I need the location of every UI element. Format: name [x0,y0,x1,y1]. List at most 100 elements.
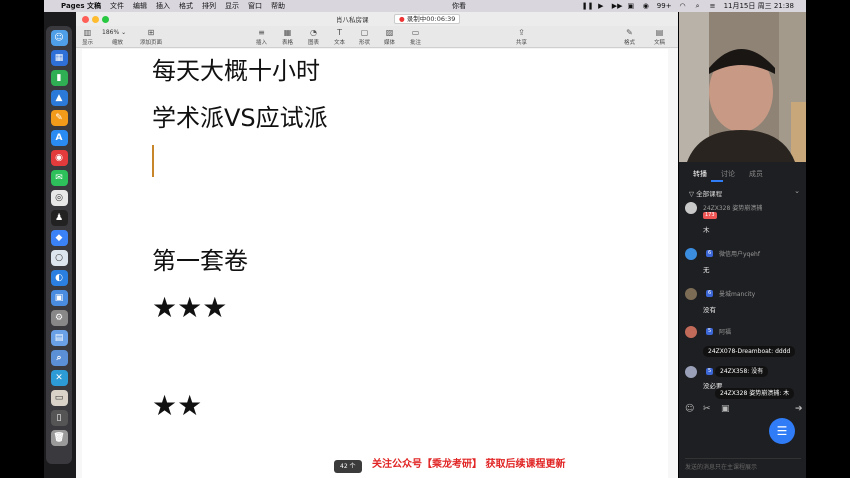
document-button[interactable]: ▤ 文稿 [654,28,665,46]
chat-username[interactable]: 24ZX328 姿势崩溃捕 [703,203,762,212]
avatar[interactable] [685,248,697,260]
menu-app-name[interactable]: Pages 文稿 [61,0,101,12]
doc-line-5[interactable]: ★★ [152,389,202,422]
pause-icon[interactable]: ❚❚ [582,2,594,10]
avatar[interactable] [685,202,697,214]
avatar[interactable] [685,326,697,338]
music-icon[interactable]: ◉ [50,150,68,166]
document-icon[interactable]: ▭ [50,390,68,406]
chat-text: 没有 [703,306,716,314]
app-cyan-icon[interactable]: ✕ [50,370,68,386]
menu-file[interactable]: 文件 [110,0,124,12]
media-icon: ▨ [385,28,394,37]
tab-discuss[interactable]: 讨论 [721,169,735,179]
format-label: 格式 [624,40,636,46]
trash-icon[interactable]: 🗑 [50,430,68,446]
comment-button[interactable]: ▭ 批注 [410,28,421,46]
document-icon: ▤ [655,28,664,37]
menu-edit[interactable]: 编辑 [133,0,147,12]
course-filter[interactable]: ▽ 全部课程 [689,188,722,198]
document-page[interactable]: 每天大概十小时 学术派VS应试派 第一套卷 ★★★ ★★ [82,49,668,478]
menu-arrange[interactable]: 排列 [202,0,216,12]
shape-icon: ▢ [360,28,369,37]
chevron-down-icon[interactable]: ⌄ [794,187,800,195]
menu-clock[interactable]: 11月15日 周三 21:38 [724,0,794,12]
chat-input[interactable]: 发送的消息只在主课程展示 [685,458,801,471]
zoom-window-button[interactable] [102,16,109,23]
screen-icon[interactable]: ▣ [627,2,635,10]
avatar[interactable] [685,288,697,300]
level-badge: 5 [706,328,714,335]
appstore-icon[interactable]: A [50,130,68,146]
chat-username[interactable]: 曼城mancity [719,289,755,298]
close-window-button[interactable] [82,16,89,23]
chart-button[interactable]: ◔ 图表 [308,28,319,46]
control-center-icon[interactable]: ≡ [709,2,717,10]
menu-window[interactable]: 窗口 [248,0,262,12]
chat-tools: ☺ ✂ ▣ ➔ [685,404,805,418]
avatar[interactable] [685,366,697,378]
scissors-icon[interactable]: ✂ [703,404,711,414]
view-button[interactable]: ▥ 显示 [82,28,93,46]
play-icon[interactable]: ▶ [597,2,605,10]
zoom-select[interactable]: 186% ⌄ [102,29,126,36]
doc-line-2[interactable]: 学术派VS应试派 [152,98,328,133]
chrome-icon[interactable]: ◎ [50,190,68,206]
keynote-icon[interactable]: ▲ [50,90,68,106]
add-page-button[interactable]: ⊞ 添加页面 [140,28,162,46]
chat-fab-button[interactable]: ☰ [769,418,795,444]
insert-button[interactable]: ≡ 插入 [256,28,267,46]
live-class-panel: 转播 讨论 成员 ▽ 全部课程 ⌄ 24ZX328 姿势崩溃捕 173 木 6 … [678,12,807,478]
view-label: 显示 [82,40,94,46]
chat-username[interactable]: 阿福 [719,327,731,336]
search-icon[interactable]: ⌕ [694,2,702,10]
apps-icon[interactable]: ▦ [50,50,68,66]
text-button[interactable]: T 文本 [334,28,345,46]
app-circle-icon[interactable]: ◐ [50,270,68,286]
pages-icon[interactable]: ✎ [50,110,68,126]
menu-view[interactable]: 显示 [225,0,239,12]
numbers-icon[interactable]: ▮ [50,70,68,86]
battery-indicator[interactable]: 99+ [657,0,672,12]
doc-line-1[interactable]: 每天大概十小时 [152,51,320,86]
media-button[interactable]: ▨ 媒体 [384,28,395,46]
screenshot-icon[interactable]: ▣ [50,290,68,306]
phone-icon[interactable]: ▯ [50,410,68,426]
image-icon[interactable]: ▣ [721,404,730,414]
chat-username[interactable]: 微信用户yqehf [719,249,760,258]
teacher-video[interactable] [679,12,807,162]
course-filter-label: 全部课程 [696,190,723,198]
chat-bubble-icon: ☰ [776,424,788,438]
doc-line-3[interactable]: 第一套卷 [152,241,248,276]
record-icon[interactable]: ◉ [642,2,650,10]
danmaku-popup: 24ZX078-Dreamboat: dddd [703,346,796,357]
tab-relay[interactable]: 转播 [693,169,707,179]
table-button[interactable]: ▦ 表格 [282,28,293,46]
search-app-icon[interactable]: ⌕ [50,350,68,366]
settings-icon[interactable]: ⚙ [50,310,68,326]
shape-button[interactable]: ▢ 形状 [359,28,370,46]
document-title[interactable]: 肖八私房课 [336,14,369,24]
forward-icon[interactable]: ▶▶ [612,2,623,10]
qq-icon[interactable]: ♟ [50,210,68,226]
level-badge: 5 [706,368,714,375]
finder-icon[interactable]: ☺ [50,30,68,46]
app-teal-icon[interactable]: ○ [50,250,68,266]
word-count[interactable]: 42 个 [334,460,362,473]
minimize-window-button[interactable] [92,16,99,23]
format-button[interactable]: ✎ 格式 [624,28,635,46]
menu-help[interactable]: 帮助 [271,0,285,12]
wifi-icon[interactable]: ◠ [679,2,687,10]
preview-icon[interactable]: ▤ [50,330,68,346]
emoji-icon[interactable]: ☺ [685,404,694,414]
menu-format[interactable]: 格式 [179,0,193,12]
wechat-icon[interactable]: ✉ [50,170,68,186]
app-blue-icon[interactable]: ◆ [50,230,68,246]
share-button[interactable]: ⇪ 共享 [516,28,527,46]
doc-line-4[interactable]: ★★★ [152,291,227,324]
send-icon[interactable]: ➔ [795,404,803,414]
menu-insert[interactable]: 插入 [156,0,170,12]
tab-members[interactable]: 成员 [749,169,763,179]
insert-label: 插入 [256,40,268,46]
text-cursor [152,145,154,177]
